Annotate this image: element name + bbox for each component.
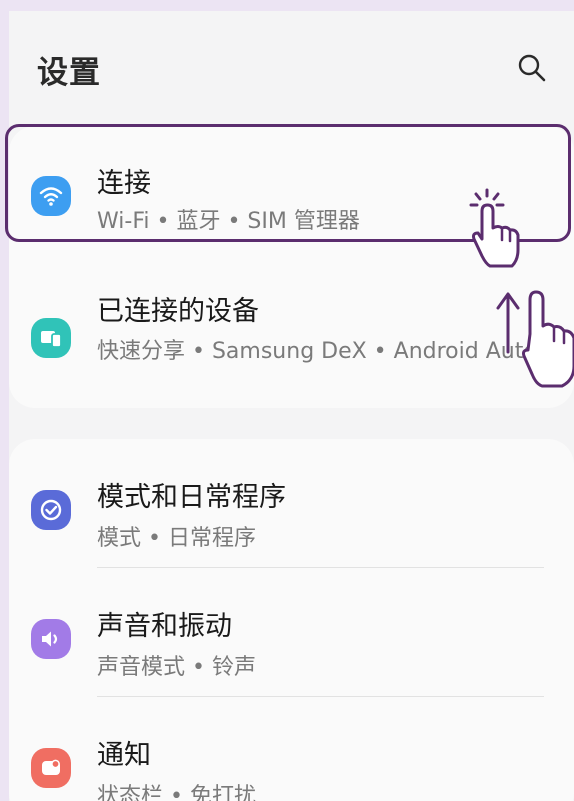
page-title: 设置: [37, 55, 101, 91]
settings-item-notifications[interactable]: 通知 状态栏 • 免打扰: [9, 697, 574, 801]
check-circle-icon: [31, 490, 71, 530]
connected-devices-icon: [31, 318, 71, 358]
search-button[interactable]: [515, 51, 549, 85]
item-subtitle: 模式 • 日常程序: [97, 526, 256, 551]
settings-item-modes-routines[interactable]: 模式和日常程序 模式 • 日常程序: [9, 439, 574, 567]
item-title: 已连接的设备: [97, 296, 259, 327]
item-title: 通知: [97, 740, 151, 771]
item-subtitle: 声音模式 • 铃声: [97, 655, 256, 680]
item-subtitle: 状态栏 • 免打扰: [97, 784, 256, 801]
item-title: 模式和日常程序: [97, 482, 286, 513]
settings-item-sound-vibration[interactable]: 声音和振动 声音模式 • 铃声: [9, 568, 574, 696]
tap-gesture-icon: [462, 186, 534, 270]
notification-icon: [31, 748, 71, 788]
item-subtitle: 快速分享 • Samsung DeX • Android Auto: [97, 339, 537, 364]
item-title: 声音和振动: [97, 611, 232, 642]
volume-icon: [31, 619, 71, 659]
search-icon: [518, 54, 546, 82]
swipe-up-gesture-icon: [490, 286, 574, 390]
settings-group-2: 模式和日常程序 模式 • 日常程序 声音和振动 声音模式 • 铃声 通知 状态栏…: [9, 439, 574, 801]
